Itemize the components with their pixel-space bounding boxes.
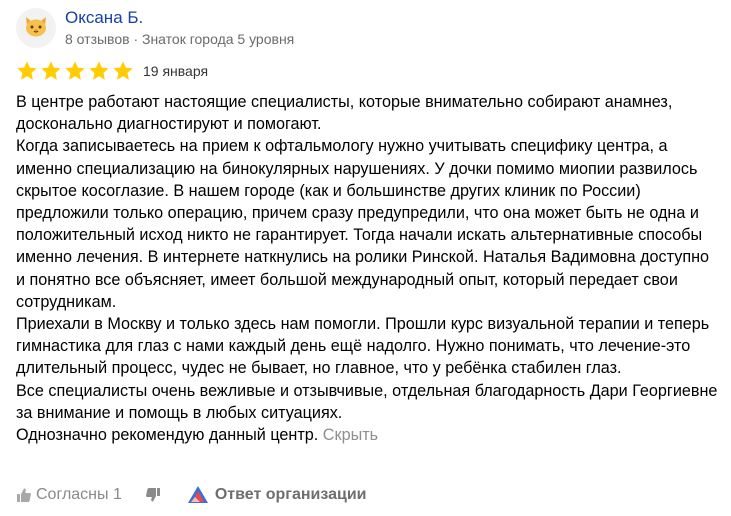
- like-button[interactable]: Согласны 1: [16, 486, 122, 504]
- thumbs-down-icon: [145, 487, 161, 503]
- review-date: 19 января: [143, 63, 209, 79]
- author-name[interactable]: Оксана Б.: [65, 7, 143, 29]
- star-icon: [88, 60, 110, 82]
- thumbs-up-icon: [16, 487, 32, 503]
- review-paragraph: В центре работают настоящие специалисты,…: [16, 93, 673, 134]
- review-paragraph: Все специалисты очень вежливые и отзывчи…: [16, 381, 718, 422]
- dislike-button[interactable]: [145, 487, 161, 503]
- review-text: В центре работают настоящие специалисты,…: [16, 91, 721, 446]
- author-meta: 8 отзывов · Знаток города 5 уровня: [65, 31, 295, 47]
- review-paragraph-last: Однозначно рекомендую данный центр. Скры…: [16, 424, 721, 446]
- org-reply-label: Ответ организации: [214, 486, 367, 503]
- like-label: Согласны 1: [36, 486, 122, 503]
- organization-logo-icon: [187, 485, 209, 505]
- review-paragraph-text: Однозначно рекомендую данный центр.: [16, 426, 319, 445]
- review-actions: Согласны 1 Ответ организации: [16, 484, 367, 506]
- rating-row: 19 января: [16, 59, 208, 83]
- star-rating: [16, 60, 134, 82]
- star-icon: [64, 60, 86, 82]
- star-icon: [16, 60, 38, 82]
- review-card: Оксана Б. 8 отзывов · Знаток города 5 ур…: [0, 0, 731, 516]
- org-reply-button[interactable]: Ответ организации: [187, 485, 367, 505]
- star-icon: [40, 60, 62, 82]
- review-paragraph: Когда записываетесь на прием к офтальмол…: [16, 137, 710, 311]
- review-paragraph: Приехали в Москву и только здесь нам пом…: [16, 315, 710, 378]
- cat-face-icon: [23, 13, 49, 44]
- avatar[interactable]: [16, 8, 56, 48]
- star-icon: [112, 60, 134, 82]
- collapse-link[interactable]: Скрыть: [323, 426, 378, 444]
